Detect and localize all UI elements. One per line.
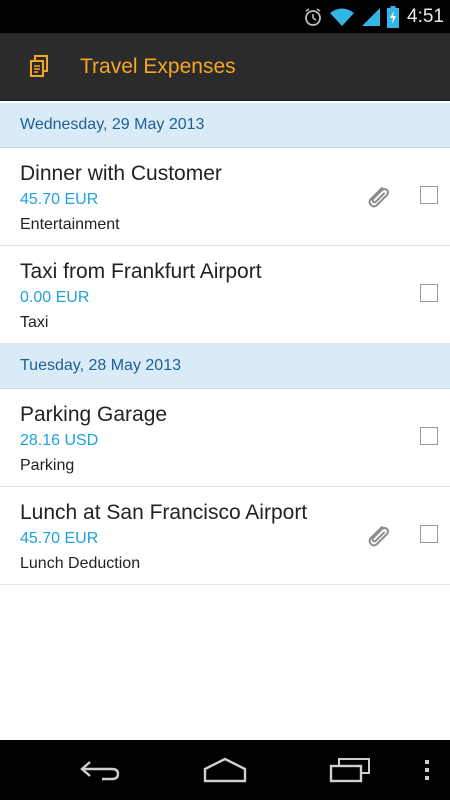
expense-item[interactable]: Taxi from Frankfurt Airport 0.00 EUR Tax… bbox=[0, 246, 450, 344]
expense-category: Entertainment bbox=[20, 216, 120, 233]
status-bar: 4:51 bbox=[0, 0, 450, 33]
expense-title: Dinner with Customer bbox=[20, 162, 222, 185]
expense-item[interactable]: Lunch at San Francisco Airport 45.70 EUR… bbox=[0, 487, 450, 585]
expense-item[interactable]: Parking Garage 28.16 USD Parking bbox=[0, 389, 450, 487]
expense-title: Parking Garage bbox=[20, 403, 168, 426]
expense-amount: 28.16 USD bbox=[20, 432, 99, 449]
expense-title: Lunch at San Francisco Airport bbox=[20, 501, 308, 524]
date-header: Wednesday, 29 May 2013 bbox=[0, 103, 450, 148]
home-button[interactable] bbox=[185, 740, 265, 800]
expense-amount: 45.70 EUR bbox=[20, 530, 99, 547]
alarm-clock-icon bbox=[305, 7, 321, 26]
app-title: Travel Expenses bbox=[80, 55, 236, 78]
expense-checkbox[interactable] bbox=[420, 525, 438, 543]
overflow-menu-button[interactable] bbox=[412, 740, 442, 800]
expense-amount: 45.70 EUR bbox=[20, 191, 99, 208]
expense-checkbox[interactable] bbox=[420, 427, 438, 445]
expense-amount: 0.00 EUR bbox=[20, 289, 90, 306]
expense-item[interactable]: Dinner with Customer 45.70 EUR Entertain… bbox=[0, 148, 450, 246]
wifi-icon bbox=[330, 8, 355, 26]
expense-checkbox[interactable] bbox=[420, 284, 438, 302]
status-time: 4:51 bbox=[407, 5, 444, 27]
back-icon bbox=[80, 761, 120, 781]
recent-apps-button[interactable] bbox=[310, 740, 390, 800]
date-header: Tuesday, 28 May 2013 bbox=[0, 344, 450, 389]
overflow-menu-icon bbox=[425, 760, 429, 780]
paperclip-icon bbox=[368, 187, 389, 208]
recent-apps-icon bbox=[329, 758, 370, 783]
expense-list: Wednesday, 29 May 2013 Dinner with Custo… bbox=[0, 103, 450, 585]
receipt-icon[interactable] bbox=[29, 55, 51, 77]
paperclip-icon bbox=[368, 526, 389, 547]
back-button[interactable] bbox=[60, 740, 140, 800]
navigation-bar bbox=[0, 740, 450, 800]
expense-category: Parking bbox=[20, 457, 75, 474]
expense-title: Taxi from Frankfurt Airport bbox=[20, 260, 262, 283]
expense-checkbox[interactable] bbox=[420, 186, 438, 204]
action-bar: Travel Expenses bbox=[0, 33, 450, 101]
expense-category: Lunch Deduction bbox=[20, 555, 141, 572]
expense-category: Taxi bbox=[20, 314, 49, 331]
home-icon bbox=[203, 757, 247, 783]
cell-signal-icon bbox=[362, 7, 381, 26]
battery-charging-icon bbox=[387, 5, 400, 28]
